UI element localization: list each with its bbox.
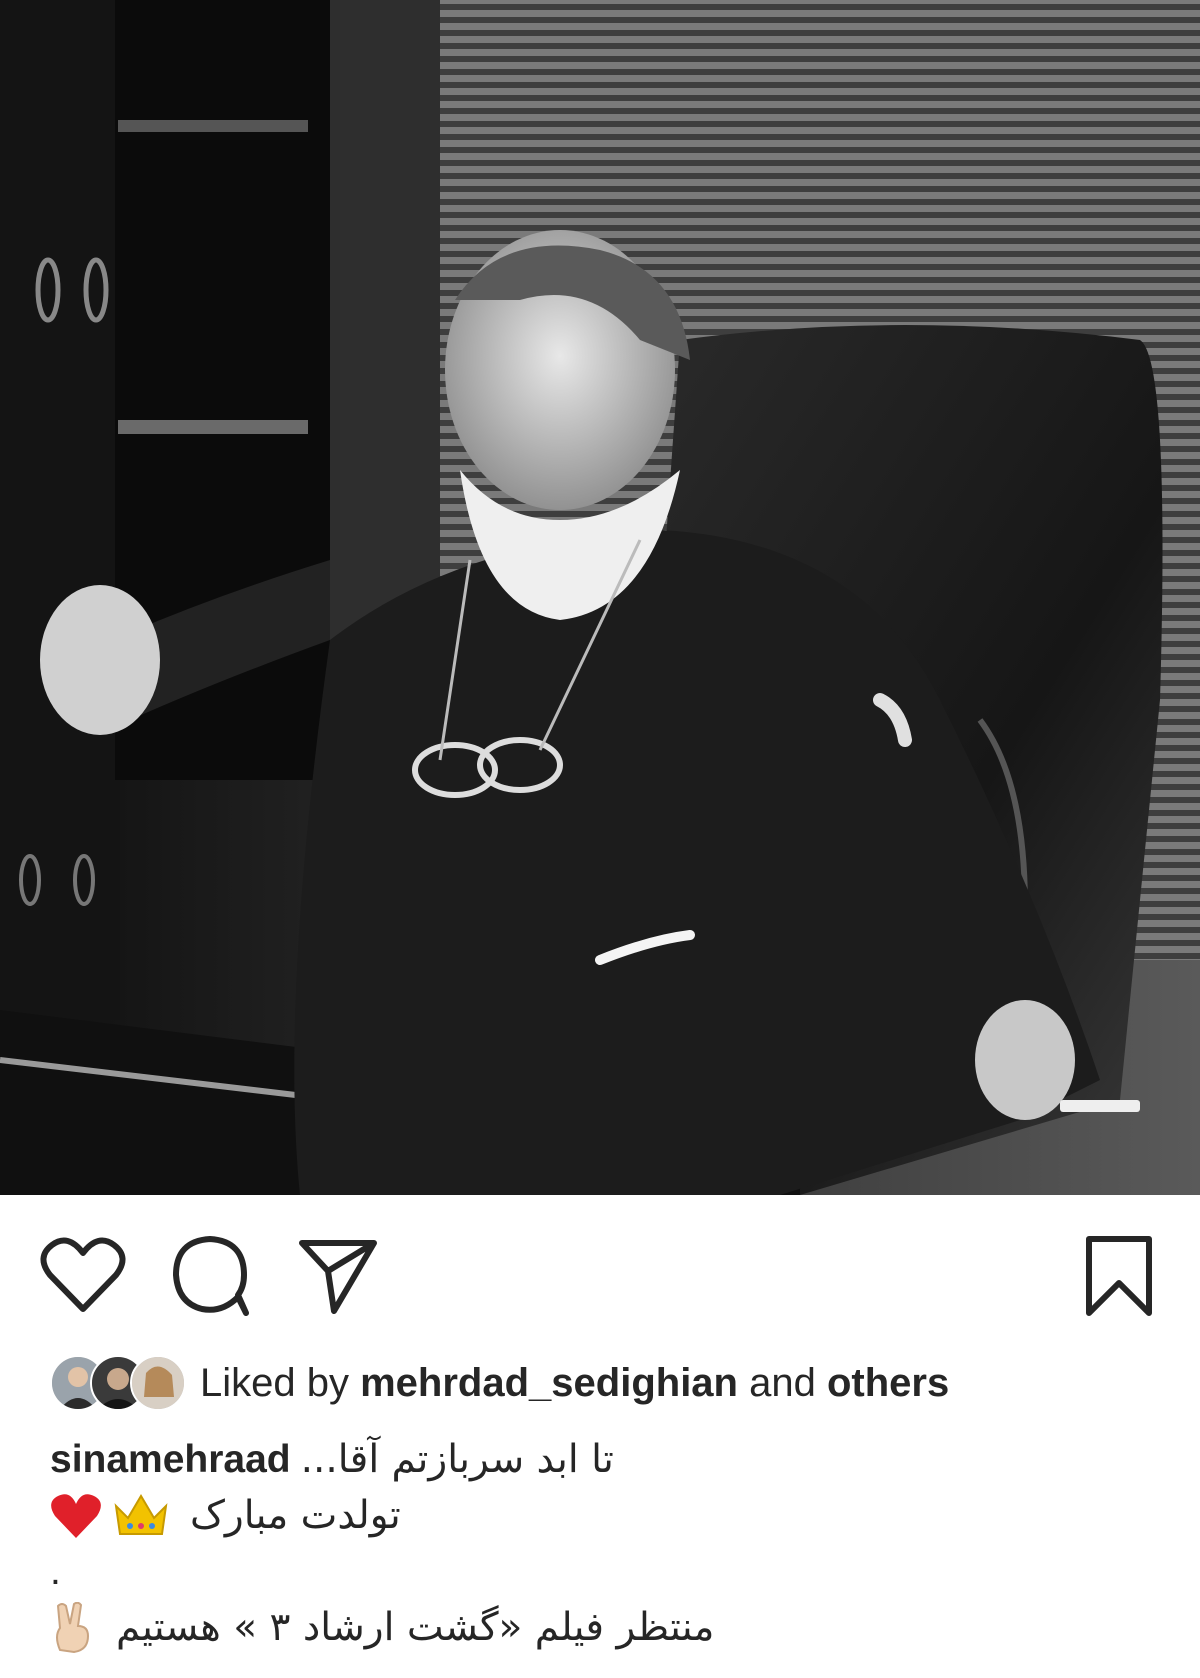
- likes-text: Liked by mehrdad_sedighian and others: [200, 1359, 949, 1407]
- caption-text-3: .: [50, 1550, 61, 1593]
- caption-line-1: sinamehraad تا ابد سربازتم آقا...: [50, 1432, 1170, 1488]
- post-caption: sinamehraad تا ابد سربازتم آقا... تولدت …: [50, 1432, 1170, 1656]
- likes-connector: and: [749, 1361, 816, 1405]
- red-heart-emoji-icon: [51, 1494, 101, 1538]
- post-action-bar: [0, 1195, 1200, 1345]
- caption-line-3: .: [50, 1544, 1170, 1600]
- caption-text-4: منتظر فیلم «گشت ارشاد ۳ » هستیم: [116, 1605, 715, 1650]
- avatar: [130, 1355, 186, 1411]
- post-photo[interactable]: [0, 0, 1200, 1195]
- comment-bubble-icon[interactable]: [170, 1233, 252, 1317]
- liker-avatars: [50, 1355, 188, 1411]
- likes-prefix: Liked by: [200, 1361, 349, 1405]
- liker-username[interactable]: mehrdad_sedighian: [360, 1361, 738, 1405]
- caption-text-2: تولدت مبارک: [190, 1493, 401, 1538]
- likes-others-link[interactable]: others: [827, 1361, 949, 1405]
- caption-line-2: تولدت مبارک: [50, 1488, 1170, 1544]
- caption-username[interactable]: sinamehraad: [50, 1432, 291, 1488]
- caption-line-4: منتظر فیلم «گشت ارشاد ۳ » هستیم: [50, 1600, 1170, 1656]
- crown-emoji-icon: [114, 1494, 168, 1535]
- heart-icon[interactable]: [40, 1235, 126, 1315]
- bookmark-icon[interactable]: [1085, 1235, 1153, 1317]
- post-photo-image: [0, 0, 1200, 1195]
- victory-hand-emoji-icon: [56, 1602, 90, 1654]
- likes-row[interactable]: Liked by mehrdad_sedighian and others: [50, 1350, 1170, 1416]
- caption-text-1: تا ابد سربازتم آقا...: [300, 1437, 614, 1482]
- paper-plane-icon[interactable]: [298, 1237, 378, 1315]
